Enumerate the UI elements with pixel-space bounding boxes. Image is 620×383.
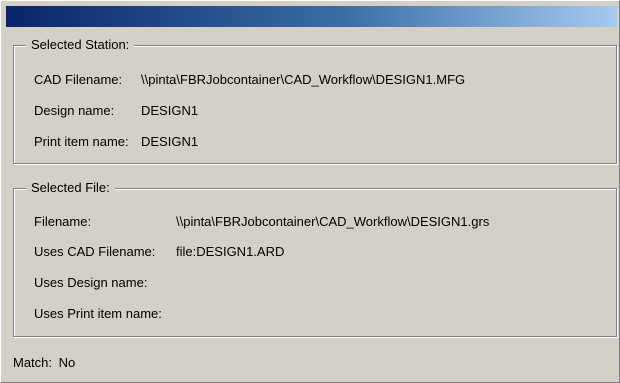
file-uses-cad-filename-value: file:DESIGN1.ARD: [176, 244, 285, 259]
selected-file-legend: Selected File:: [26, 180, 115, 196]
selected-station-legend: Selected Station:: [26, 37, 135, 53]
station-print-item-name-value: DESIGN1: [141, 134, 199, 149]
station-design-name-label: Design name:: [34, 103, 115, 118]
selected-station-group: Selected Station: CAD Filename: \\pinta\…: [13, 37, 617, 164]
selected-file-group: Selected File: Filename: \\pinta\FBRJobc…: [13, 180, 617, 337]
file-uses-cad-filename-label: Uses CAD Filename:: [34, 244, 156, 259]
station-design-name-value: DESIGN1: [141, 103, 199, 118]
match-label: Match:: [13, 355, 53, 370]
title-bar[interactable]: [6, 6, 617, 27]
file-uses-design-name-label: Uses Design name:: [34, 275, 148, 290]
file-filename-label: Filename:: [34, 214, 92, 229]
match-status: Match: No: [13, 355, 75, 371]
station-cad-filename-value: \\pinta\FBRJobcontainer\CAD_Workflow\DES…: [141, 72, 466, 87]
match-value: No: [58, 355, 76, 370]
file-filename-value: \\pinta\FBRJobcontainer\CAD_Workflow\DES…: [176, 214, 490, 229]
station-print-item-name-label: Print item name:: [34, 134, 129, 149]
file-uses-print-item-name-label: Uses Print item name:: [34, 306, 162, 321]
station-cad-filename-label: CAD Filename:: [34, 72, 123, 87]
